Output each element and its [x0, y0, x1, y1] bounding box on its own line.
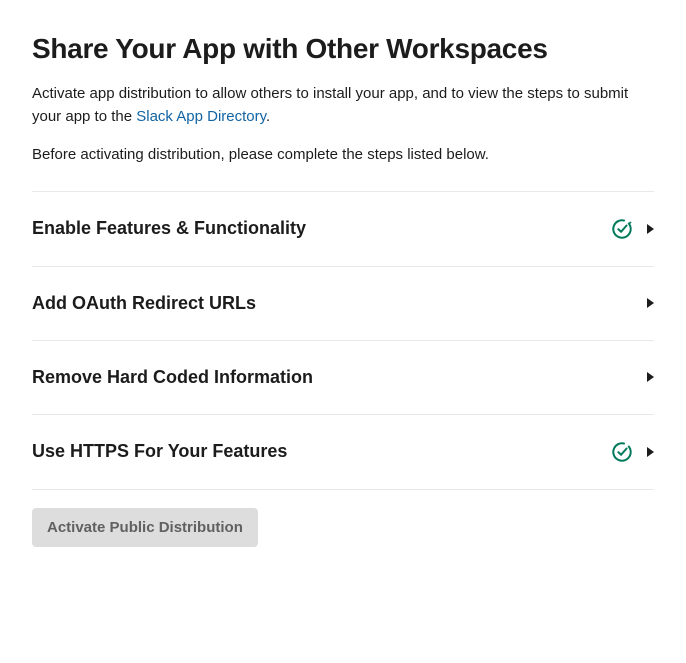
step-indicators: [611, 218, 654, 240]
checkmark-icon: [611, 441, 633, 463]
step-indicators: [647, 372, 654, 382]
step-oauth-redirect[interactable]: Add OAuth Redirect URLs: [32, 267, 654, 341]
caret-right-icon: [647, 447, 654, 457]
step-title: Enable Features & Functionality: [32, 218, 611, 239]
caret-right-icon: [647, 224, 654, 234]
activate-distribution-button[interactable]: Activate Public Distribution: [32, 508, 258, 547]
intro-suffix: .: [266, 108, 270, 125]
step-title: Add OAuth Redirect URLs: [32, 293, 647, 314]
step-enable-features[interactable]: Enable Features & Functionality: [32, 192, 654, 267]
steps-list: Enable Features & Functionality Add OAut…: [32, 191, 654, 490]
step-https-features[interactable]: Use HTTPS For Your Features: [32, 415, 654, 490]
intro-prefix: Activate app distribution to allow other…: [32, 85, 628, 125]
sub-text: Before activating distribution, please c…: [32, 144, 654, 167]
step-title: Use HTTPS For Your Features: [32, 441, 611, 462]
slack-app-directory-link[interactable]: Slack App Directory: [136, 108, 266, 125]
step-title: Remove Hard Coded Information: [32, 367, 647, 388]
step-remove-hardcoded[interactable]: Remove Hard Coded Information: [32, 341, 654, 415]
caret-right-icon: [647, 298, 654, 308]
checkmark-icon: [611, 218, 633, 240]
intro-paragraph: Activate app distribution to allow other…: [32, 82, 654, 129]
step-indicators: [647, 298, 654, 308]
caret-right-icon: [647, 372, 654, 382]
step-indicators: [611, 441, 654, 463]
page-title: Share Your App with Other Workspaces: [32, 32, 654, 66]
